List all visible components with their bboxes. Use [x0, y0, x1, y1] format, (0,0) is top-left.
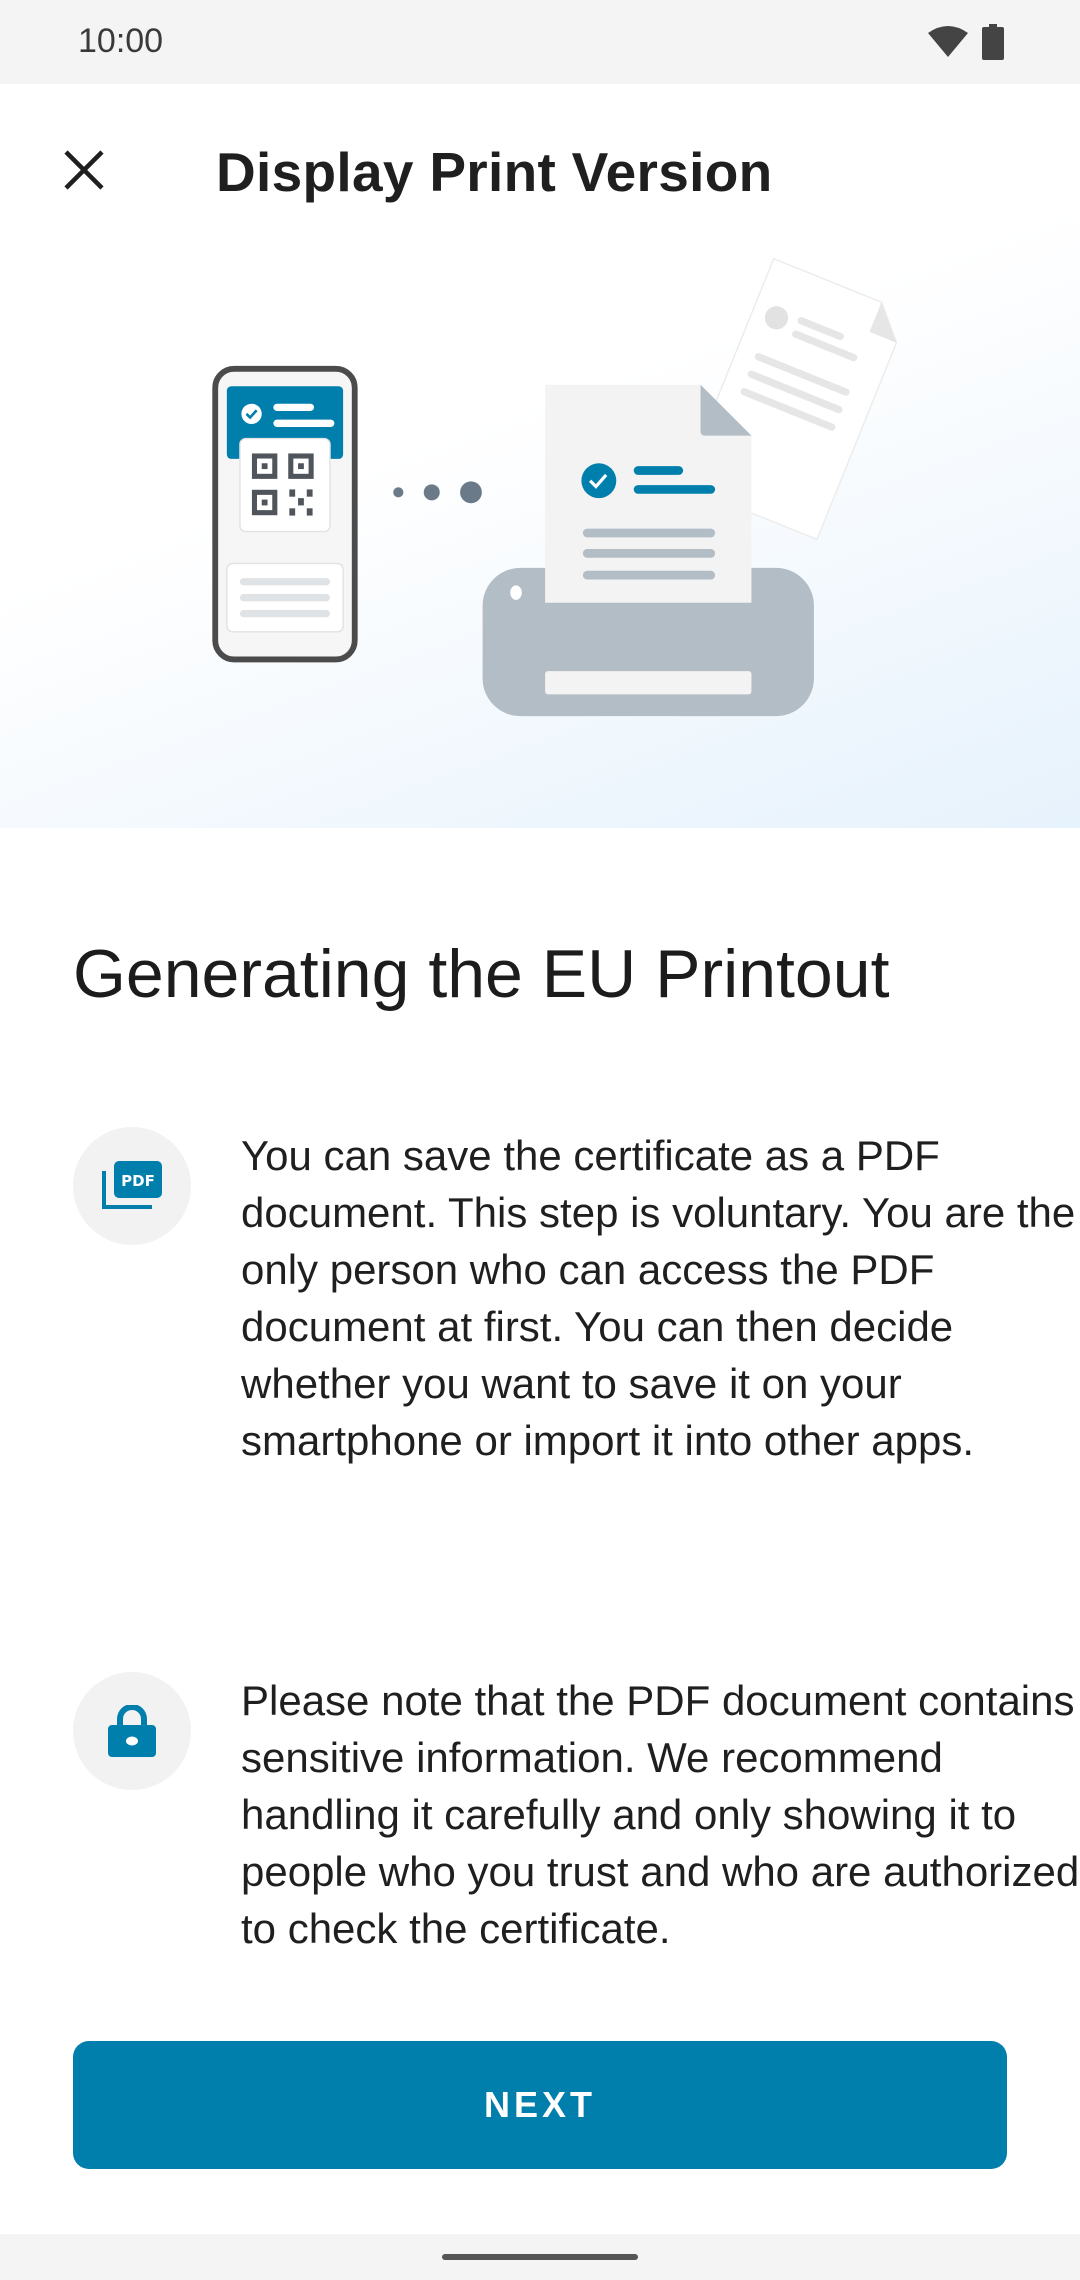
page-title: Display Print Version: [216, 141, 773, 203]
pdf-icon-badge: PDF: [73, 1127, 191, 1245]
info-text: Please note that the PDF document contai…: [241, 1677, 1080, 1952]
info-text: You can save the certificate as a PDF do…: [241, 1132, 1076, 1464]
lock-icon-badge: [73, 1672, 191, 1790]
app-bar: Display Print Version: [0, 84, 1080, 254]
wifi-icon: [928, 26, 968, 57]
close-icon: [64, 150, 104, 190]
status-bar: 10:00: [0, 0, 1080, 84]
next-button[interactable]: NEXT: [73, 2041, 1007, 2169]
close-button[interactable]: [50, 136, 118, 204]
navigation-bar: [0, 2234, 1080, 2280]
transfer-dots: [393, 481, 482, 504]
home-gesture-handle[interactable]: [442, 2254, 638, 2260]
phone-graphic: [212, 365, 358, 663]
lock-icon: [108, 1705, 156, 1757]
svg-text:PDF: PDF: [121, 1172, 155, 1190]
battery-icon: [982, 24, 1004, 60]
section-heading: Generating the EU Printout: [73, 936, 890, 1012]
pdf-icon: PDF: [102, 1161, 162, 1209]
status-time: 10:00: [78, 22, 164, 60]
